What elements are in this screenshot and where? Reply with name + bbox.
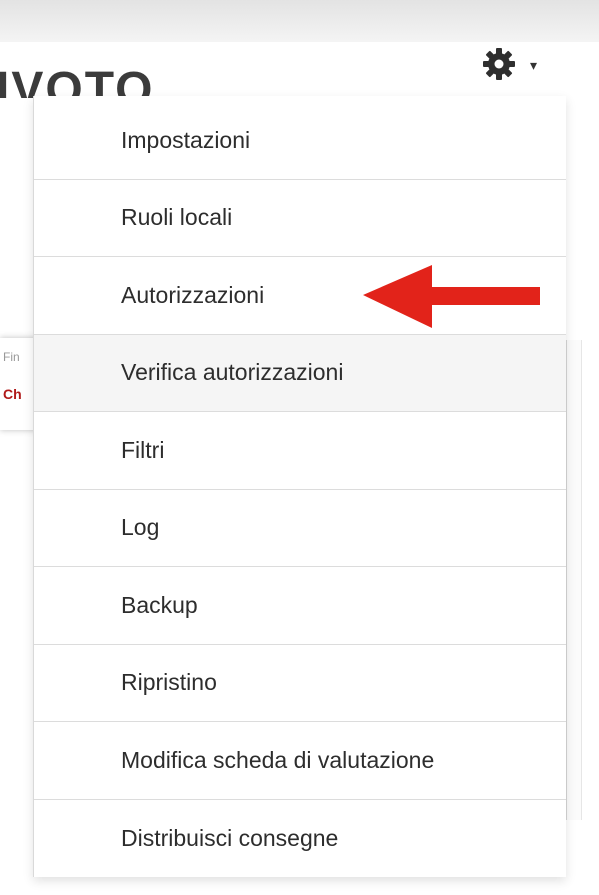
background-card-label: Fin [3,350,20,364]
top-bar [0,0,599,42]
menu-item-ripristino[interactable]: Ripristino [34,645,566,722]
menu-item-verifica-autorizzazioni[interactable]: Verifica autorizzazioni [34,334,566,412]
page-title: IVOTO [0,63,155,98]
menu-item-log[interactable]: Log [34,490,566,567]
settings-dropdown-menu: Impostazioni Ruoli locali Autorizzazioni… [33,96,566,877]
red-arrow-annotation [363,265,540,328]
caret-down-icon: ▾ [530,57,538,73]
menu-item-ruoli-locali[interactable]: Ruoli locali [34,180,566,257]
menu-item-modifica-scheda-di-valutazione[interactable]: Modifica scheda di valutazione [34,722,566,800]
menu-item-distribuisci-consegne[interactable]: Distribuisci consegne [34,800,566,878]
menu-item-backup[interactable]: Backup [34,567,566,645]
menu-item-filtri[interactable]: Filtri [34,412,566,490]
menu-item-impostazioni[interactable]: Impostazioni [34,102,566,180]
arrow-shape [363,265,540,328]
background-card-link: Ch [3,386,22,402]
gear-icon [482,47,516,81]
settings-menu-toggle[interactable]: ▾ [482,44,572,84]
background-panel-edge [566,340,582,820]
